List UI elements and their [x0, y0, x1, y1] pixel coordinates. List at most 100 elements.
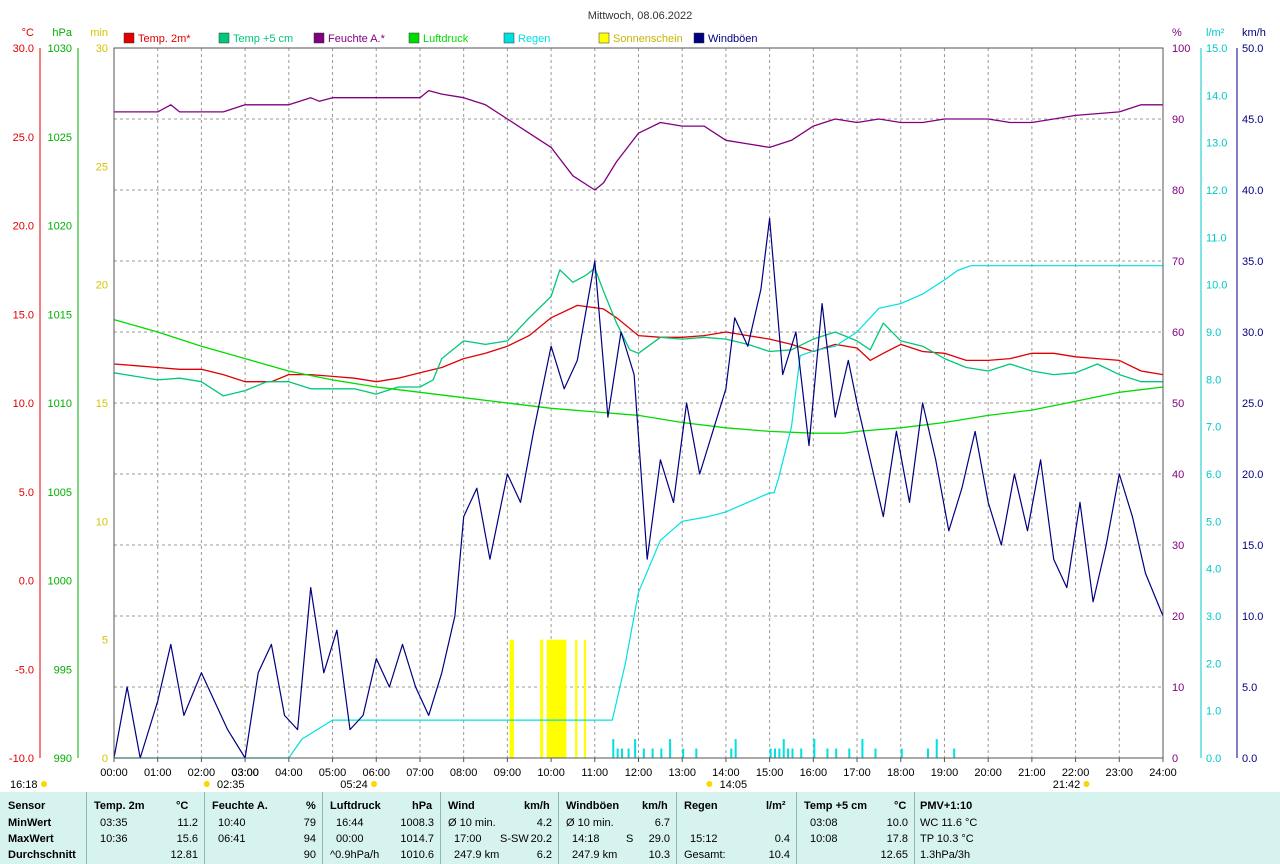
rain-tick-label: 15.0 — [1206, 43, 1227, 55]
pmv-header: PMV+1:10 — [920, 800, 973, 812]
luftdruck-min-value: 1008.3 — [400, 817, 434, 829]
corner-time: 16:18 — [10, 779, 38, 791]
regen-max-value: 0.4 — [774, 833, 790, 845]
rain-bar — [826, 748, 829, 758]
temp2m-min-time: 03:35 — [100, 817, 128, 829]
windboeen-max-time: 14:18 — [572, 833, 600, 845]
sun-tick-label: 5 — [102, 635, 108, 647]
x-tick-label: 18:00 — [887, 767, 915, 779]
legend-swatch — [598, 32, 610, 44]
wind-tick-label: 45.0 — [1242, 114, 1263, 126]
feuchte-unit: % — [306, 800, 316, 812]
wind-distance: 247.9 km — [454, 849, 500, 861]
regen-header: Regen — [684, 800, 718, 812]
temp2m-min-value: 11.2 — [177, 817, 198, 829]
wind-day-avg: 6.2 — [536, 849, 552, 861]
temp-tick-label: -5.0 — [15, 664, 34, 676]
sun-tick-label: 25 — [96, 161, 108, 173]
wind-unit: km/h — [524, 800, 550, 812]
regen-unit: l/m² — [766, 800, 786, 812]
x-tick-label: 16:00 — [800, 767, 828, 779]
x-tick-label: 04:00 — [275, 767, 303, 779]
rain-tick-label: 9.0 — [1206, 327, 1221, 339]
rain-bar — [900, 748, 903, 758]
x-tick-label: 01:00 — [144, 767, 172, 779]
rain-bar — [642, 748, 645, 758]
rain-bar — [953, 748, 956, 758]
annotation-label: 03:00 — [231, 767, 259, 779]
windboeen-avg-value: 6.7 — [654, 817, 670, 829]
wind-max-value: 20.2 — [530, 833, 552, 845]
windboeen-header: Windböen — [566, 800, 620, 812]
legend-swatch — [123, 32, 135, 44]
regen-max-time: 15:12 — [690, 833, 718, 845]
rain-tick-label: 8.0 — [1206, 374, 1221, 386]
x-tick-label: 13:00 — [668, 767, 696, 779]
legend-label: Windböen — [708, 33, 758, 45]
luftdruck-max-time: 00:00 — [336, 833, 364, 845]
pressure-tick-label: 1015 — [48, 309, 72, 321]
sunshine-bar — [546, 639, 567, 758]
feuchte-avg-value: 90 — [303, 849, 316, 861]
feuchte-min-value: 79 — [303, 817, 316, 829]
luftdruck-unit: hPa — [412, 800, 433, 812]
pressure-tick-label: 990 — [54, 753, 72, 765]
annotation-label: 14:05 — [720, 779, 748, 791]
x-tick-label: 15:00 — [756, 767, 784, 779]
rain-bar — [835, 748, 838, 758]
x-tick-label: 21:00 — [1018, 767, 1046, 779]
rain-axis-unit: l/m² — [1206, 27, 1225, 39]
sun-marker-icon — [1083, 781, 1090, 787]
rain-tick-label: 1.0 — [1206, 706, 1221, 718]
x-tick-label: 06:00 — [362, 767, 390, 779]
sun-tick-label: 30 — [96, 43, 108, 55]
temp-tick-label: 15.0 — [13, 309, 34, 321]
wind-tick-label: 50.0 — [1242, 43, 1263, 55]
pmv-windchill: WC 11.6 °C — [920, 817, 978, 829]
rain-bar — [682, 748, 685, 758]
feuchte-max-time: 06:41 — [218, 833, 246, 845]
humidity-tick-label: 70 — [1172, 256, 1184, 268]
wind-avg-label: Ø 10 min. — [448, 817, 496, 829]
temp2m-avg-value: 12.81 — [170, 849, 198, 861]
rain-tick-label: 11.0 — [1206, 232, 1227, 244]
temp-tick-label: 20.0 — [13, 221, 34, 233]
sun-marker-icon — [203, 781, 210, 787]
legend-label: Feuchte A.* — [328, 33, 386, 45]
rain-bar — [773, 748, 776, 758]
wind-tick-label: 25.0 — [1242, 398, 1263, 410]
annotation-label: 21:42 — [1053, 779, 1081, 791]
temp5-unit: °C — [894, 800, 907, 812]
x-tick-label: 20:00 — [974, 767, 1002, 779]
windboeen-distance: 247.9 km — [572, 849, 618, 861]
x-tick-label: 09:00 — [494, 767, 522, 779]
sun-tick-label: 20 — [96, 280, 108, 292]
wind-tick-label: 5.0 — [1242, 682, 1257, 694]
row-label-min: MinWert — [8, 817, 52, 829]
x-tick-label: 10:00 — [537, 767, 565, 779]
wind-tick-label: 30.0 — [1242, 327, 1263, 339]
luftdruck-min-time: 16:44 — [336, 817, 364, 829]
rain-bar — [612, 739, 615, 758]
temp-tick-label: 10.0 — [13, 398, 34, 410]
rain-bar — [791, 748, 794, 758]
sun-axis-unit: min — [90, 27, 108, 39]
temp5-header: Temp +5 cm — [804, 800, 868, 812]
temp-tick-label: 5.0 — [19, 487, 34, 499]
legend-label: Temp +5 cm — [233, 33, 293, 45]
luftdruck-avg-value: 1010.6 — [400, 849, 434, 861]
rain-bar — [935, 739, 938, 758]
pressure-tick-label: 1005 — [48, 487, 72, 499]
x-tick-label: 11:00 — [581, 767, 608, 779]
x-tick-label: 14:00 — [712, 767, 740, 779]
humidity-tick-label: 30 — [1172, 540, 1184, 552]
chart-title: Mittwoch, 08.06.2022 — [588, 10, 693, 22]
luftdruck-header: Luftdruck — [330, 800, 381, 812]
temp5-max-value: 17.8 — [886, 833, 908, 845]
rain-bar — [800, 748, 803, 758]
rain-bar — [730, 748, 733, 758]
rain-bar — [813, 739, 816, 758]
rain-tick-label: 10.0 — [1206, 280, 1227, 292]
pmv-pressure-trend: 1.3hPa/3h — [920, 849, 971, 861]
x-tick-label: 22:00 — [1062, 767, 1090, 779]
